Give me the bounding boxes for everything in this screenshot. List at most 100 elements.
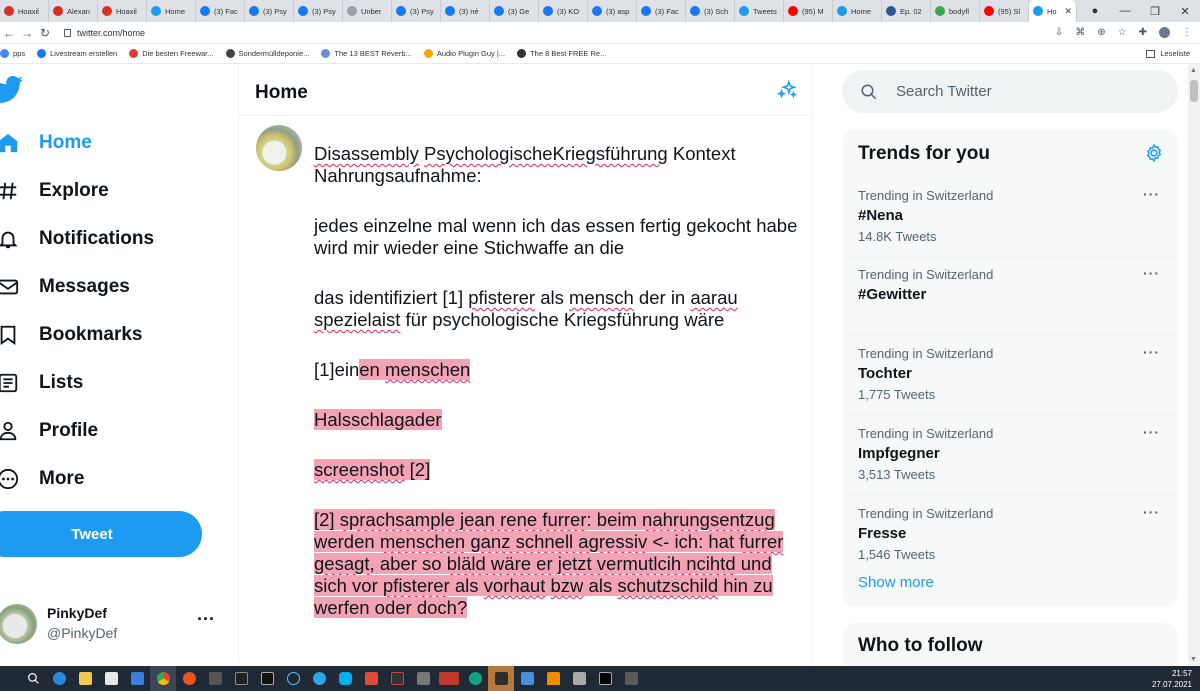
browser-tab[interactable]: (3) asp: [588, 0, 637, 22]
bookmark-item[interactable]: Audio Plugin Guy |...: [423, 49, 505, 58]
trend-item[interactable]: Trending in Switzerland #Nena 14.8K Tweets…: [842, 177, 1178, 257]
terminal-icon[interactable]: [384, 666, 410, 691]
account-more-icon[interactable]: ···: [197, 609, 215, 630]
telegram-icon[interactable]: [306, 666, 332, 691]
browser-tab[interactable]: (3) Fac: [196, 0, 245, 22]
notes-icon[interactable]: [514, 666, 540, 691]
browser-tab[interactable]: (3) Fac: [637, 0, 686, 22]
mail-icon[interactable]: [124, 666, 150, 691]
app-icon-tag[interactable]: [436, 666, 462, 691]
pen-icon[interactable]: [618, 666, 644, 691]
browser-tab[interactable]: (3) né: [441, 0, 490, 22]
bookmark-item[interactable]: The 8 Best FREE Re...: [517, 49, 606, 58]
steam-icon[interactable]: [280, 666, 306, 691]
app-icon-orange[interactable]: [488, 666, 514, 691]
browser-tab[interactable]: Alexan: [49, 0, 98, 22]
trend-item[interactable]: Trending in Switzerland #Gewitter ···: [842, 256, 1178, 336]
sidebar-item-bookmarks[interactable]: Bookmarks: [0, 320, 143, 350]
star-icon[interactable]: ☆: [1118, 27, 1127, 38]
browser-tab[interactable]: (3) KO: [539, 0, 588, 22]
show-more-link[interactable]: Show more: [858, 574, 934, 591]
tweet-button[interactable]: Tweet: [0, 511, 202, 557]
edge-icon[interactable]: [46, 666, 72, 691]
trend-item[interactable]: Trending in Switzerland Tochter 1,775 Twee…: [842, 335, 1178, 415]
install-icon[interactable]: ⇩: [1055, 27, 1063, 38]
app-icon[interactable]: [202, 666, 228, 691]
browser-tab[interactable]: Hoaxil: [0, 0, 49, 22]
minimize-button[interactable]: —: [1110, 5, 1140, 17]
browser-tab[interactable]: Unber: [343, 0, 392, 22]
close-window-button[interactable]: ✕: [1170, 5, 1200, 18]
url-field[interactable]: twitter.com/home: [64, 28, 145, 38]
cmd-icon[interactable]: [592, 666, 618, 691]
bookmark-item[interactable]: Die besten Freewar...: [129, 49, 214, 58]
page-scrollbar[interactable]: ▲ ▼: [1188, 64, 1200, 666]
trend-more-icon[interactable]: ···: [1143, 344, 1160, 360]
tweet-author-avatar[interactable]: [256, 125, 302, 171]
scroll-up-icon[interactable]: ▲: [1190, 67, 1197, 74]
browser-tab[interactable]: (3) Ge: [490, 0, 539, 22]
bookmark-item[interactable]: Livestream erstellen: [37, 49, 117, 58]
sidebar-item-profile[interactable]: Profile: [0, 416, 98, 446]
profile-avatar[interactable]: [1159, 27, 1170, 38]
zoom-icon[interactable]: ⊕: [1097, 27, 1105, 38]
close-tab-icon[interactable]: ✕: [1064, 6, 1072, 17]
browser-tab[interactable]: (95) Sl: [980, 0, 1029, 22]
trend-more-icon[interactable]: ···: [1143, 265, 1160, 281]
start-button[interactable]: [0, 666, 20, 691]
browser-tab[interactable]: Home: [147, 0, 196, 22]
trend-more-icon[interactable]: ···: [1143, 186, 1160, 202]
twitter-logo-icon[interactable]: [0, 76, 24, 104]
tools-icon[interactable]: [410, 666, 436, 691]
sidebar-item-home[interactable]: Home: [0, 128, 92, 158]
search-input[interactable]: Search Twitter: [842, 70, 1178, 113]
app-icon-gray[interactable]: [566, 666, 592, 691]
account-switcher[interactable]: PinkyDef @PinkyDef ···: [0, 599, 230, 649]
browser-tab[interactable]: (95) M: [784, 0, 833, 22]
app-icon-red[interactable]: [358, 666, 384, 691]
browser-tab[interactable]: bodyfl: [931, 0, 980, 22]
bookmark-item[interactable]: pps: [0, 49, 25, 58]
chrome-icon[interactable]: [150, 666, 176, 691]
bookmark-item[interactable]: The 13 BEST Reverb...: [321, 49, 412, 58]
reload-button[interactable]: ↻: [36, 26, 54, 40]
browser-tab[interactable]: (3) Sch: [686, 0, 735, 22]
maximize-button[interactable]: ❐: [1140, 5, 1170, 18]
gear-icon[interactable]: [1144, 143, 1164, 163]
skype-icon[interactable]: [332, 666, 358, 691]
openai-icon[interactable]: [462, 666, 488, 691]
browser-tab[interactable]: Ep. 02: [882, 0, 931, 22]
menu-icon[interactable]: ⋮: [1182, 27, 1192, 38]
back-button[interactable]: ←: [0, 26, 18, 40]
browser-tab[interactable]: (3) Psy: [392, 0, 441, 22]
browser-tab[interactable]: Home: [833, 0, 882, 22]
sidebar-item-lists[interactable]: Lists: [0, 368, 83, 398]
sidebar-item-notifications[interactable]: Notifications: [0, 224, 154, 254]
taskbar-search-icon[interactable]: [20, 666, 46, 691]
browser-tab[interactable]: (3) Psy: [294, 0, 343, 22]
profile-menu-icon[interactable]: ●: [1080, 5, 1110, 17]
browser-tab[interactable]: Hoaxil: [98, 0, 147, 22]
explorer-icon[interactable]: [72, 666, 98, 691]
browser-tab[interactable]: (3) Psy: [245, 0, 294, 22]
system-clock[interactable]: 21:57 27.07.2021: [1152, 668, 1192, 690]
reading-list[interactable]: Leseliste: [1146, 49, 1190, 58]
scrollbar-thumb[interactable]: [1190, 80, 1198, 102]
ubuntu-icon[interactable]: [176, 666, 202, 691]
bookmark-item[interactable]: Sondermülldeponie...: [225, 49, 309, 58]
forward-button[interactable]: →: [18, 26, 36, 40]
sidebar-item-more[interactable]: More: [0, 464, 84, 494]
sidebar-item-messages[interactable]: Messages: [0, 272, 130, 302]
trend-item[interactable]: Trending in Switzerland Impfgegner 3,513 T…: [842, 415, 1178, 495]
scroll-down-icon[interactable]: ▼: [1190, 656, 1197, 663]
extensions-icon[interactable]: ✚: [1139, 27, 1147, 38]
trend-item[interactable]: Trending in Switzerland Fresse 1,546 Tweet…: [842, 495, 1178, 575]
translate-icon[interactable]: ⌘: [1075, 27, 1085, 38]
browser-tab-active[interactable]: Ho ✕: [1029, 0, 1077, 22]
sidebar-item-explore[interactable]: Explore: [0, 176, 109, 206]
vlc-icon[interactable]: [540, 666, 566, 691]
trend-more-icon[interactable]: ···: [1143, 424, 1160, 440]
browser-tab[interactable]: Tweets: [735, 0, 784, 22]
trend-more-icon[interactable]: ···: [1143, 504, 1160, 520]
store-icon[interactable]: [98, 666, 124, 691]
